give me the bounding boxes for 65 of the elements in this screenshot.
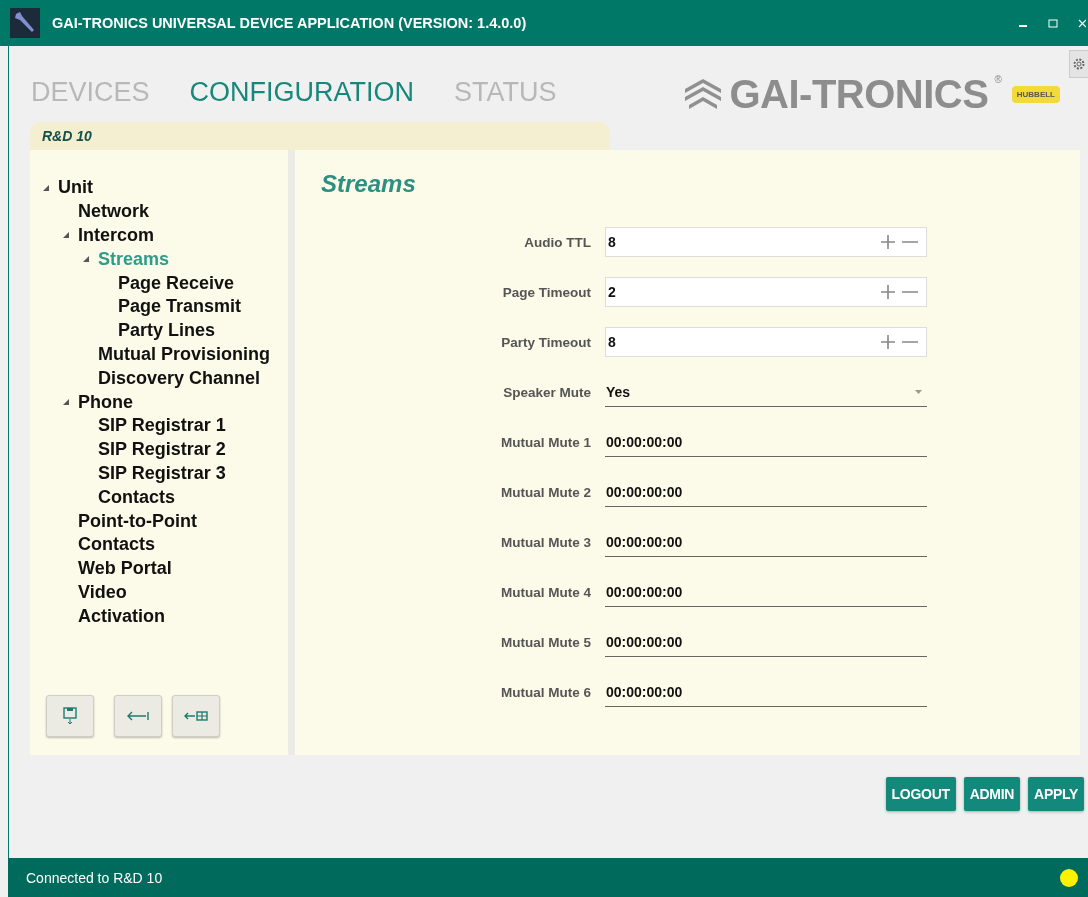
back-grid-button[interactable]	[172, 695, 220, 737]
input-field[interactable]: 00:00:00:00	[605, 527, 927, 557]
input-field[interactable]: 00:00:00:00	[605, 677, 927, 707]
number-field[interactable]: 8	[605, 327, 927, 357]
number-field[interactable]: 8	[605, 227, 927, 257]
tree-item[interactable]: SIP Registrar 1	[98, 415, 226, 437]
field-label: Page Timeout	[501, 284, 592, 300]
tree-item[interactable]: Contacts	[98, 486, 175, 508]
input-field[interactable]: 00:00:00:00	[605, 577, 927, 607]
action-button[interactable]: ADMIN	[963, 777, 1021, 811]
dropdown-field[interactable]: Yes	[605, 377, 927, 407]
tree-item[interactable]: Party Lines	[118, 320, 216, 342]
tree-item[interactable]: Unit	[58, 177, 93, 199]
plus-minus-icon[interactable]	[880, 335, 920, 349]
tree-item[interactable]: Video	[78, 581, 127, 603]
plus-minus-icon[interactable]	[880, 235, 920, 249]
field-label: Mutual Mute 3	[500, 534, 592, 550]
tree-item[interactable]: SIP Registrar 3	[98, 462, 226, 484]
field-label: Mutual Mute 5	[500, 634, 592, 650]
back-button[interactable]	[114, 695, 162, 737]
section-title: Streams	[321, 170, 417, 198]
input-field[interactable]: 00:00:00:00	[605, 627, 927, 657]
logo-icon	[683, 77, 724, 111]
registered-mark: ®	[994, 73, 1002, 85]
tree-item[interactable]: Point-to-Point	[78, 510, 197, 532]
tree-item[interactable]: SIP Registrar 2	[98, 439, 226, 461]
brand-badge: HUBBELL	[1011, 85, 1060, 103]
tree-item[interactable]: Activation	[78, 605, 165, 627]
tree-item[interactable]: Page Transmit	[118, 296, 242, 318]
tree-item[interactable]: Contacts	[78, 534, 155, 556]
status-dot	[1060, 868, 1078, 887]
field-label: Mutual Mute 6	[500, 684, 592, 700]
arrow-grid-icon	[183, 711, 209, 721]
field-label: Party Timeout	[500, 334, 592, 350]
brand-name: GAI-TRONICS	[729, 71, 989, 117]
tree-item[interactable]: Intercom	[78, 225, 155, 246]
wrench-icon	[10, 8, 40, 38]
plus-minus-icon[interactable]	[880, 285, 920, 299]
close-icon[interactable]	[1078, 18, 1086, 28]
field-label: Audio TTL	[523, 234, 592, 250]
action-button[interactable]: APPLY	[1028, 777, 1084, 811]
save-icon	[63, 707, 77, 725]
field-label: Mutual Mute 1	[500, 434, 592, 450]
maximize-icon[interactable]	[1048, 18, 1058, 28]
window-title: GAI-TRONICS UNIVERSAL DEVICE APPLICATION (VERSION: 1.4.0.0)	[52, 15, 527, 31]
input-field[interactable]: 00:00:00:00	[605, 477, 927, 507]
number-field[interactable]: 2	[605, 277, 927, 307]
field-label: Speaker Mute	[502, 384, 592, 400]
field-label: Mutual Mute 4	[500, 584, 592, 600]
status-text: Connected to R&D 10	[26, 869, 163, 886]
tree-item[interactable]: Mutual Provisioning	[98, 343, 270, 365]
tree-item[interactable]: Network	[78, 201, 149, 223]
tree-item[interactable]: Web Portal	[78, 558, 172, 580]
input-field[interactable]: 00:00:00:00	[605, 427, 927, 457]
nav-tab[interactable]: CONFIGURATION	[189, 76, 415, 108]
caret-icon	[915, 389, 922, 394]
save-button[interactable]	[46, 695, 94, 737]
device-tab[interactable]: R&D 10	[30, 122, 610, 150]
settings-icon[interactable]	[1069, 50, 1088, 78]
action-button[interactable]: LOGOUT	[885, 777, 956, 811]
tree-item[interactable]: Page Receive	[118, 272, 235, 294]
tree-item[interactable]: Discovery Channel	[98, 367, 261, 389]
field-label: Mutual Mute 2	[500, 484, 592, 500]
arrow-to-bar-icon	[126, 711, 150, 721]
tree-item[interactable]: Phone	[78, 391, 133, 413]
